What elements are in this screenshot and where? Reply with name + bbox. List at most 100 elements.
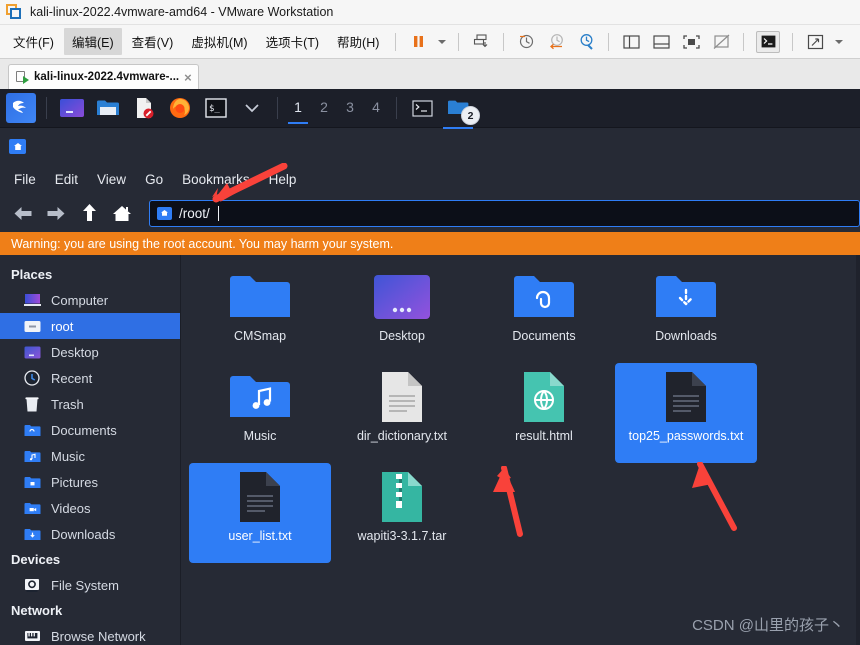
terminal-icon[interactable]: $_ [201,93,231,123]
vertical-scrollbar[interactable] [856,255,860,645]
file-label: top25_passwords.txt [628,429,744,443]
file-item-user-list[interactable]: user_list.txt [189,463,331,563]
harddisk-icon [22,577,42,593]
documents-folder-icon [22,422,42,438]
sidebar-heading-places: Places [11,267,53,282]
arrow-up-icon[interactable] [78,202,100,224]
snapshot-icon[interactable] [516,32,536,52]
home-icon[interactable] [111,202,133,224]
firefox-icon[interactable] [165,93,195,123]
menu-edit[interactable]: 编辑(E) [63,28,122,55]
sidebar-item-videos[interactable]: Videos [0,495,180,521]
menu-help[interactable]: 帮助(H) [329,28,387,55]
menu-file[interactable]: 文件(F) [5,28,62,55]
fm-menu-view[interactable]: View [97,172,126,187]
filemanager-menu-bar: File Edit View Go Bookmarks Help [0,164,860,194]
host-menu-bar: 文件(F) 编辑(E) 查看(V) 虚拟机(M) 选项卡(T) 帮助(H) [0,25,860,59]
file-label: result.html [515,429,573,443]
revert-snapshot-icon[interactable] [546,32,566,52]
file-label: CMSmap [233,329,287,343]
filemanager-sidebar: Places Computer root Desktop Recent Tras… [0,255,181,645]
sidebar-label: File System [51,577,119,593]
file-label: dir_dictionary.txt [356,429,448,443]
show-console-icon[interactable] [651,32,671,52]
task-filemanager-icon[interactable]: 2 [443,93,480,129]
sidebar-item-file-system[interactable]: File System [0,572,180,598]
host-tab-strip: kali-linux-2022.4vmware-... × [0,59,860,90]
sidebar-item-trash[interactable]: Trash [0,391,180,417]
file-item-desktop[interactable]: Desktop [331,263,473,363]
sidebar-label: Recent [51,370,93,386]
sidebar-label: Browse Network [51,628,146,644]
chevron-down-icon[interactable] [438,39,447,44]
location-bar[interactable]: /root/ [149,199,860,227]
sidebar-item-browse-network[interactable]: Browse Network [0,623,180,645]
sidebar-item-documents[interactable]: Documents [0,417,180,443]
sidebar-label: Videos [51,500,91,516]
task-terminal-icon[interactable] [407,93,437,123]
arrow-left-icon[interactable] [12,202,34,224]
desktop-folder-icon [373,269,431,325]
file-item-music[interactable]: Music [189,363,331,463]
vm-tab[interactable]: kali-linux-2022.4vmware-... × [8,64,199,89]
menu-view[interactable]: 查看(V) [124,28,182,55]
workspace-1[interactable]: 1 [285,99,311,124]
fm-menu-go[interactable]: Go [145,172,163,187]
workspace-2[interactable]: 2 [311,99,337,117]
file-item-dir-dictionary[interactable]: dir_dictionary.txt [331,363,473,463]
send-ctrl-alt-del-icon[interactable] [471,32,491,52]
menu-tabs[interactable]: 选项卡(T) [258,28,327,55]
desktop-icon [22,344,42,360]
toolbar-separator-6 [792,32,794,51]
file-item-result-html[interactable]: result.html [473,363,615,463]
fit-guest-icon[interactable] [681,32,701,52]
sidebar-label: Music [51,448,85,464]
sidebar-item-desktop[interactable]: Desktop [0,339,180,365]
sidebar-item-root[interactable]: root [0,313,180,339]
fm-menu-bookmarks[interactable]: Bookmarks [182,172,250,187]
no-unity-icon[interactable] [711,32,731,52]
sidebar-item-downloads[interactable]: Downloads [0,521,180,547]
close-icon[interactable]: × [184,71,192,84]
network-icon [22,628,42,644]
filemanager-toolbar: /root/ [0,194,860,232]
sidebar-item-recent[interactable]: Recent [0,365,180,391]
terminal-workspace-icon[interactable] [57,93,87,123]
file-manager-icon[interactable] [93,93,123,123]
file-label: Documents [512,329,576,343]
sidebar-item-pictures[interactable]: Pictures [0,469,180,495]
toolbar-separator-5 [743,32,745,51]
file-item-documents[interactable]: Documents [473,263,615,363]
toolbar-separator-1 [395,32,397,51]
sidebar-item-computer[interactable]: Computer [0,287,180,313]
show-sidebar-icon[interactable] [621,32,641,52]
file-item-cmsmap[interactable]: CMSmap [189,263,331,363]
toolbar-separator-4 [608,32,610,51]
fm-menu-help[interactable]: Help [269,172,297,187]
file-item-downloads[interactable]: Downloads [615,263,757,363]
sidebar-label: Desktop [51,344,99,360]
pictures-folder-icon [22,474,42,490]
chevron-down-icon-2[interactable] [835,39,844,44]
fullscreen-icon[interactable] [805,32,825,52]
csdn-watermark: CSDN @山里的孩子丶 [692,617,844,634]
text-cursor [217,205,219,221]
snapshot-manager-icon[interactable] [576,32,596,52]
workspace-4[interactable]: 4 [363,99,389,117]
fm-menu-file[interactable]: File [14,172,36,187]
file-item-top25-passwords[interactable]: top25_passwords.txt [615,363,757,463]
text-file-icon [664,369,708,425]
arrow-right-icon[interactable] [45,202,67,224]
computer-icon [22,292,42,308]
console-view-icon[interactable] [756,30,781,53]
workspace-3[interactable]: 3 [337,99,363,117]
menu-vm[interactable]: 虚拟机(M) [183,28,255,55]
text-editor-icon[interactable] [129,93,159,123]
sidebar-item-music[interactable]: Music [0,443,180,469]
panel-separator-3 [396,97,397,119]
chevron-down-icon[interactable] [237,93,267,123]
pause-icon[interactable] [408,32,428,52]
fm-menu-edit[interactable]: Edit [55,172,78,187]
file-item-wapiti-archive[interactable]: wapiti3-3.1.7.tar [331,463,473,563]
kali-menu-icon[interactable] [6,93,36,123]
